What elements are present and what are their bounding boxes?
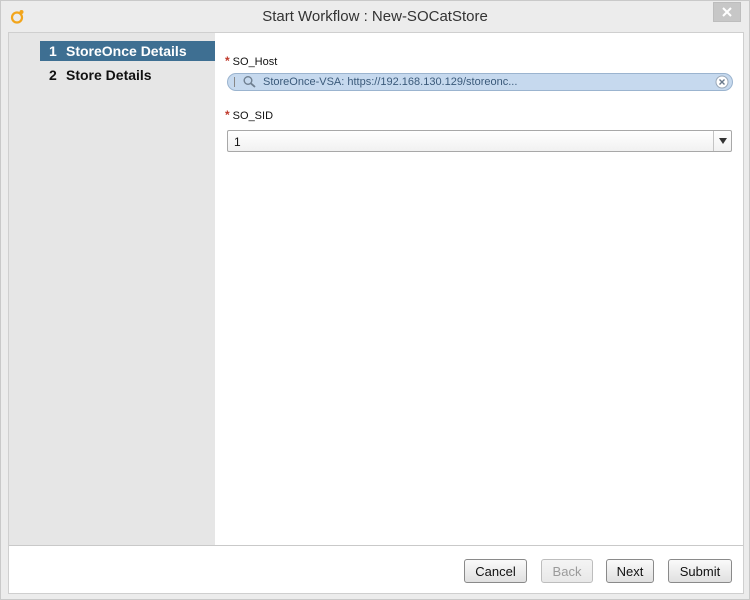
- dropdown-arrow[interactable]: [713, 131, 731, 151]
- dialog-content: 1 StoreOnce Details 2 Store Details * SO_Ho…: [8, 32, 744, 594]
- step-storeonce-details[interactable]: 1 StoreOnce Details: [40, 41, 215, 61]
- step-label: StoreOnce Details: [66, 43, 187, 59]
- next-button[interactable]: Next: [606, 559, 654, 583]
- cancel-button[interactable]: Cancel: [464, 559, 527, 583]
- so-host-label-text: SO_Host: [232, 56, 278, 68]
- back-button[interactable]: Back: [541, 559, 593, 583]
- clear-icon[interactable]: [715, 75, 729, 89]
- step-number: 1: [49, 43, 57, 59]
- so-sid-label-text: SO_SID: [232, 110, 274, 122]
- step-number: 2: [49, 67, 57, 83]
- search-icon[interactable]: [242, 75, 258, 89]
- so-sid-select[interactable]: 1: [227, 130, 732, 152]
- so-sid-value: 1: [234, 135, 241, 149]
- required-marker: *: [225, 54, 230, 68]
- chevron-down-icon: [718, 138, 727, 144]
- dialog-footer: Cancel Back Next Submit: [9, 545, 743, 593]
- workflow-dialog: Start Workflow : New-SOCatStore 1 StoreOn…: [0, 0, 750, 600]
- so-host-field[interactable]: StoreOnce-VSA: https://192.168.130.129/s…: [227, 73, 733, 91]
- step-label: Store Details: [66, 67, 152, 83]
- field-grip: [234, 77, 235, 87]
- form-panel: * SO_Host StoreOnce-VSA: https://192.168.…: [215, 33, 743, 545]
- steps-sidebar: 1 StoreOnce Details 2 Store Details: [9, 33, 215, 545]
- title-bar: Start Workflow : New-SOCatStore: [1, 1, 749, 32]
- close-button[interactable]: [713, 2, 741, 22]
- submit-button[interactable]: Submit: [668, 559, 732, 583]
- window-title: Start Workflow : New-SOCatStore: [262, 8, 488, 25]
- so-sid-label: * SO_SID: [225, 108, 273, 122]
- step-store-details[interactable]: 2 Store Details: [40, 65, 215, 85]
- close-icon: [722, 7, 732, 17]
- required-marker: *: [225, 108, 230, 122]
- so-host-value: StoreOnce-VSA: https://192.168.130.129/s…: [263, 76, 518, 88]
- so-host-label: * SO_Host: [225, 54, 277, 68]
